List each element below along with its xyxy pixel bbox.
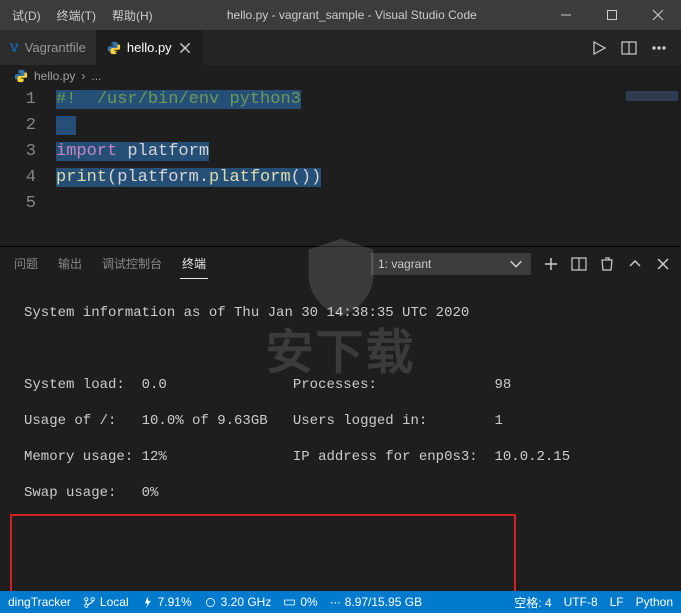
new-terminal-icon[interactable] (543, 256, 559, 272)
terminal-output[interactable]: System information as of Thu Jan 30 14:3… (0, 280, 681, 595)
split-terminal-icon[interactable] (571, 256, 587, 272)
editor-tab-row: V Vagrantfile hello.py (0, 30, 681, 65)
panel: 问题 输出 调试控制台 终端 1: vagrant System informa… (0, 245, 681, 595)
code-area[interactable]: #! /usr/bin/env python3 import platformp… (56, 87, 681, 245)
status-battery[interactable]: 7.91% (141, 595, 192, 609)
window-controls (543, 0, 681, 30)
close-button[interactable] (635, 0, 681, 30)
minimize-button[interactable] (543, 0, 589, 30)
panel-tab-output[interactable]: 输出 (56, 249, 84, 278)
maximize-panel-icon[interactable] (627, 256, 643, 272)
vagrant-icon: V (10, 40, 19, 55)
cpu-icon (204, 596, 217, 609)
breadcrumb-sep: › (81, 69, 85, 83)
status-memory[interactable]: 0% (283, 595, 317, 609)
status-cpu[interactable]: 3.20 GHz (204, 595, 272, 609)
status-eol[interactable]: LF (610, 595, 624, 609)
panel-tab-problems[interactable]: 问题 (12, 249, 40, 278)
code-editor[interactable]: 12345 #! /usr/bin/env python3 import pla… (0, 87, 681, 245)
panel-tab-terminal[interactable]: 终端 (180, 249, 208, 279)
maximize-button[interactable] (589, 0, 635, 30)
tab-label: hello.py (127, 40, 172, 55)
menu-item-help[interactable]: 帮助(H) (104, 7, 161, 24)
split-editor-icon[interactable] (621, 40, 637, 56)
term-line: System load: 0.0 Processes: 98 (24, 376, 671, 394)
menu-item-terminal[interactable]: 终端(T) (49, 7, 104, 24)
status-bar: dingTracker Local 7.91% 3.20 GHz 0% ⋯ 8.… (0, 591, 681, 613)
line-gutter: 12345 (0, 87, 56, 245)
python-icon (14, 69, 28, 83)
status-coding-tracker[interactable]: dingTracker (8, 595, 71, 609)
chevron-down-icon (508, 256, 524, 272)
breadcrumb-file: hello.py (34, 69, 75, 83)
run-icon[interactable] (591, 40, 607, 56)
editor-actions (591, 30, 675, 65)
term-line: Usage of /: 10.0% of 9.63GB Users logged… (24, 412, 671, 430)
tab-hello-py[interactable]: hello.py (97, 30, 203, 65)
close-panel-icon[interactable] (655, 256, 671, 272)
panel-tab-debug-console[interactable]: 调试控制台 (100, 249, 164, 278)
python-icon (107, 41, 121, 55)
tab-label: Vagrantfile (25, 40, 86, 55)
terminal-selector-label: 1: vagrant (378, 257, 431, 271)
minimap[interactable] (626, 91, 678, 101)
term-line: System information as of Thu Jan 30 14:3… (24, 304, 671, 322)
term-line: Memory usage: 12% IP address for enp0s3:… (24, 448, 671, 466)
close-icon[interactable] (178, 41, 192, 55)
branch-icon (83, 596, 96, 609)
more-icon[interactable] (651, 40, 667, 56)
memory-icon (283, 596, 296, 609)
menu-bar: 试(D) 终端(T) 帮助(H) (0, 7, 161, 24)
panel-tabs: 问题 输出 调试控制台 终端 1: vagrant (0, 246, 681, 280)
status-language[interactable]: Python (636, 595, 673, 609)
status-spaces[interactable]: 空格: 4 (514, 594, 551, 611)
breadcrumb-more: ... (91, 69, 101, 83)
window-title: hello.py - vagrant_sample - Visual Studi… (161, 8, 543, 22)
term-line: Swap usage: 0% (24, 484, 671, 502)
breadcrumb[interactable]: hello.py › ... (0, 65, 681, 87)
status-network[interactable]: ⋯ 8.97/15.95 GB (330, 595, 422, 609)
tab-vagrantfile[interactable]: V Vagrantfile (0, 30, 97, 65)
status-encoding[interactable]: UTF-8 (564, 595, 598, 609)
title-bar: 试(D) 终端(T) 帮助(H) hello.py - vagrant_samp… (0, 0, 681, 30)
kill-terminal-icon[interactable] (599, 256, 615, 272)
menu-item-debug[interactable]: 试(D) (4, 7, 49, 24)
terminal-selector[interactable]: 1: vagrant (371, 253, 531, 275)
battery-icon (141, 596, 154, 609)
status-local[interactable]: Local (83, 595, 129, 609)
